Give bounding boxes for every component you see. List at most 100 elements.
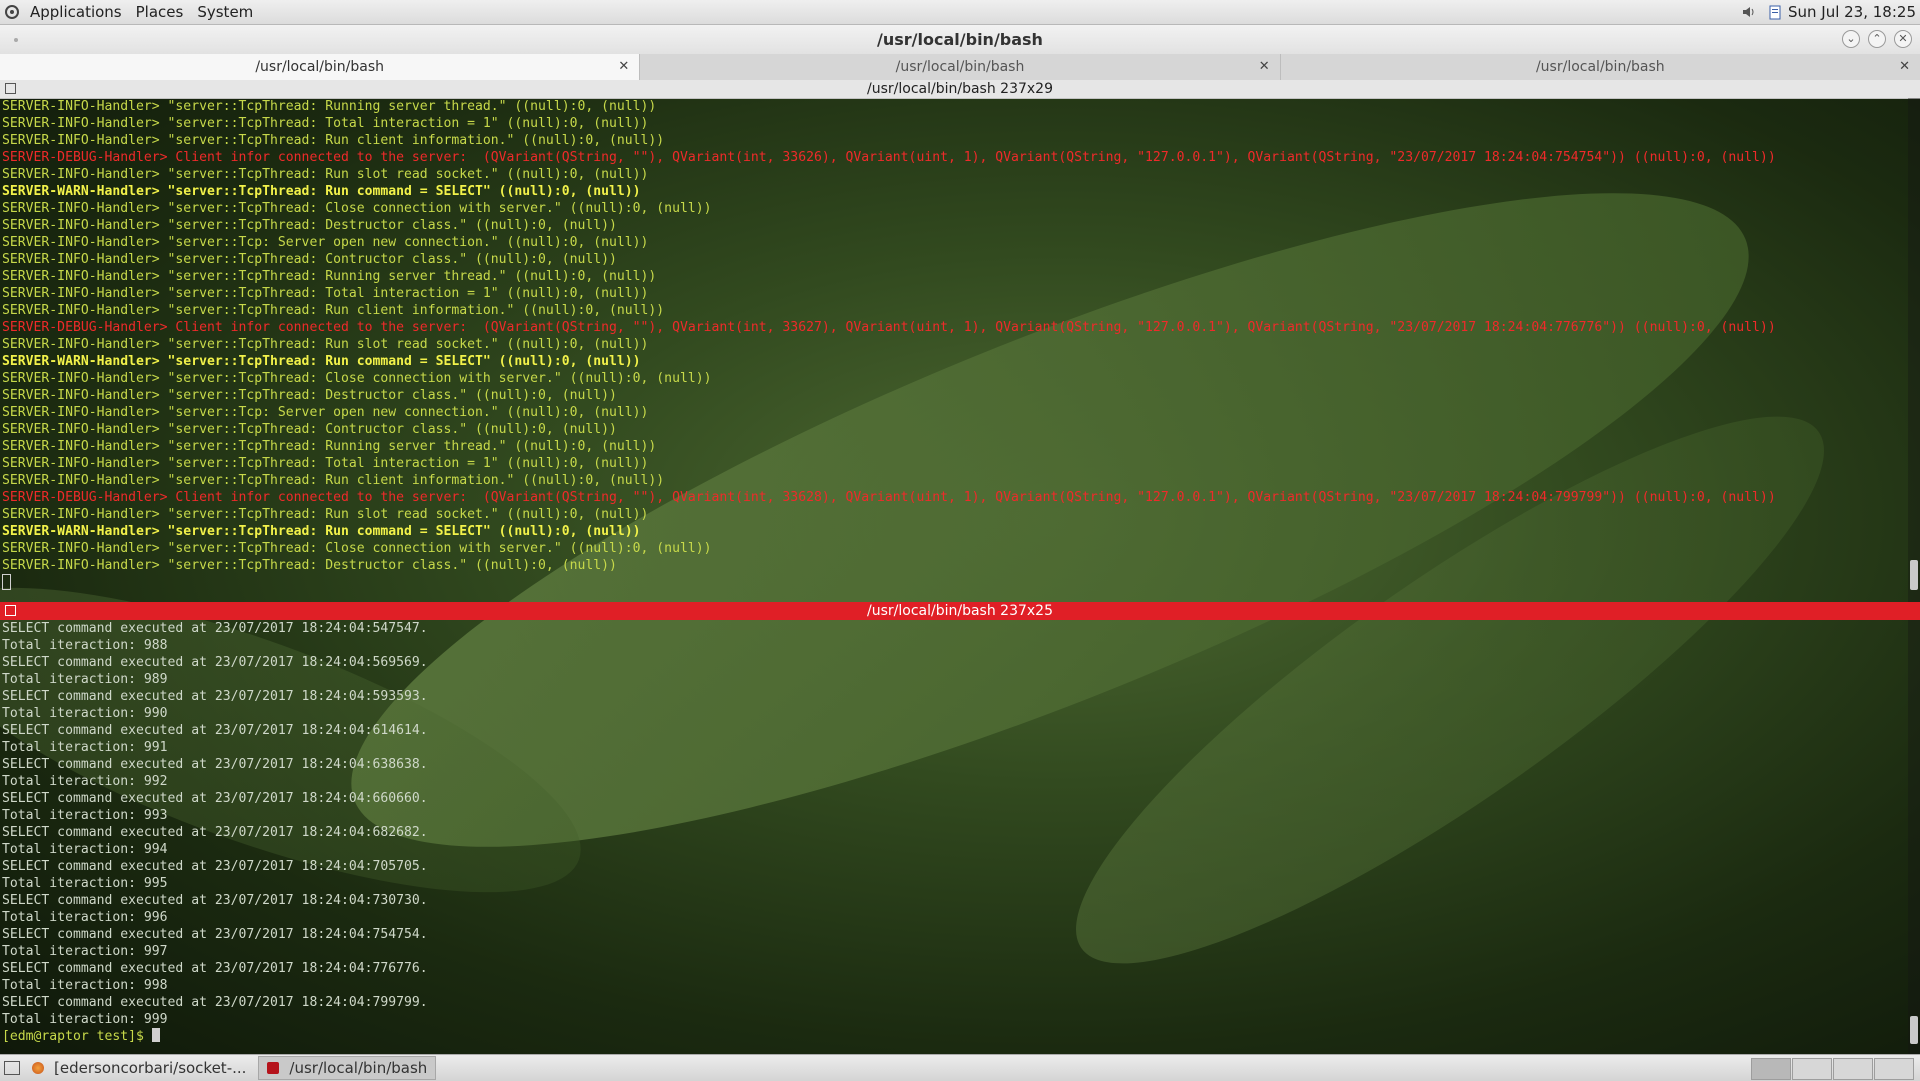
split-menu-icon[interactable]	[5, 83, 16, 94]
output-line: Total iteraction: 991	[2, 740, 168, 755]
prompt-line[interactable]: [edm@raptor test]$	[2, 1028, 1908, 1045]
firefox-icon	[32, 1062, 44, 1074]
output-line: Total iteraction: 992	[2, 774, 168, 789]
shell-prompt: [edm@raptor test]$	[2, 1029, 152, 1044]
scrollbar-bottom[interactable]	[1908, 620, 1920, 1054]
output-line: Total iteraction: 998	[2, 978, 168, 993]
output-line: SELECT command executed at 23/07/2017 18…	[2, 825, 428, 840]
output-line: Total iteraction: 997	[2, 944, 168, 959]
tab-1[interactable]: /usr/local/bin/bash ✕	[0, 54, 641, 80]
output-line: SELECT command executed at 23/07/2017 18…	[2, 927, 428, 942]
log-line-info: SERVER-INFO-Handler> "server::TcpThread:…	[2, 133, 665, 148]
terminal-cursor	[2, 574, 11, 590]
output-line: SELECT command executed at 23/07/2017 18…	[2, 689, 428, 704]
log-line-info: SERVER-INFO-Handler> "server::TcpThread:…	[2, 303, 665, 318]
terminal-pane-top[interactable]: SERVER-INFO-Handler> "server::TcpThread:…	[0, 98, 1908, 602]
tab-label: /usr/local/bin/bash	[895, 59, 1025, 75]
output-line: SELECT command executed at 23/07/2017 18…	[2, 621, 428, 636]
scrollbar-thumb[interactable]	[1910, 560, 1918, 590]
taskbar-item-browser[interactable]: [edersoncorbari/socket-...	[23, 1056, 255, 1080]
tab-close-icon[interactable]: ✕	[1259, 54, 1270, 80]
log-line-warn: SERVER-WARN-Handler> "server::TcpThread:…	[2, 524, 641, 539]
volume-icon[interactable]	[1741, 4, 1757, 20]
log-line-info: SERVER-INFO-Handler> "server::TcpThread:…	[2, 456, 649, 471]
output-line: SELECT command executed at 23/07/2017 18…	[2, 859, 428, 874]
close-button[interactable]: ✕	[1894, 30, 1912, 48]
log-line-info: SERVER-INFO-Handler> "server::Tcp: Serve…	[2, 235, 649, 250]
tab-close-icon[interactable]: ✕	[618, 54, 629, 80]
split-menu-icon[interactable]	[5, 605, 16, 616]
log-line-info: SERVER-INFO-Handler> "server::TcpThread:…	[2, 201, 712, 216]
output-line: SELECT command executed at 23/07/2017 18…	[2, 893, 428, 908]
tab-2[interactable]: /usr/local/bin/bash ✕	[640, 54, 1281, 80]
clock[interactable]: Sun Jul 23, 18:25	[1788, 3, 1920, 21]
menu-places[interactable]: Places	[129, 3, 191, 21]
minimize-button[interactable]: ⌄	[1842, 30, 1860, 48]
log-line-info: SERVER-INFO-Handler> "server::TcpThread:…	[2, 218, 617, 233]
output-line: Total iteraction: 989	[2, 672, 168, 687]
output-line: Total iteraction: 999	[2, 1012, 168, 1027]
pane-bottom-title: /usr/local/bin/bash 237x25	[867, 603, 1053, 619]
distro-logo-icon[interactable]	[5, 5, 19, 19]
output-line: SELECT command executed at 23/07/2017 18…	[2, 655, 428, 670]
log-line-info: SERVER-INFO-Handler> "server::TcpThread:…	[2, 252, 617, 267]
output-line: SELECT command executed at 23/07/2017 18…	[2, 757, 428, 772]
log-line-debug: SERVER-DEBUG-Handler> Client infor conne…	[2, 320, 1776, 335]
terminal-cursor-line	[2, 574, 1908, 593]
output-line: Total iteraction: 993	[2, 808, 168, 823]
tab-label: /usr/local/bin/bash	[1535, 59, 1665, 75]
log-line-debug: SERVER-DEBUG-Handler> Client infor conne…	[2, 490, 1776, 505]
workspace-3[interactable]	[1833, 1058, 1873, 1080]
output-line: Total iteraction: 995	[2, 876, 168, 891]
pane-top-title: /usr/local/bin/bash 237x29	[867, 81, 1053, 97]
panel-tray: Sun Jul 23, 18:25	[1736, 0, 1920, 24]
output-line: SELECT command executed at 23/07/2017 18…	[2, 995, 428, 1010]
log-line-debug: SERVER-DEBUG-Handler> Client infor conne…	[2, 150, 1776, 165]
tab-bar: /usr/local/bin/bash ✕ /usr/local/bin/bas…	[0, 54, 1920, 81]
tab-close-icon[interactable]: ✕	[1899, 54, 1910, 80]
log-line-info: SERVER-INFO-Handler> "server::TcpThread:…	[2, 269, 657, 284]
log-line-info: SERVER-INFO-Handler> "server::TcpThread:…	[2, 388, 617, 403]
menu-system[interactable]: System	[190, 3, 260, 21]
log-line-info: SERVER-INFO-Handler> "server::TcpThread:…	[2, 167, 649, 182]
maximize-button[interactable]: ⌃	[1868, 30, 1886, 48]
log-line-info: SERVER-INFO-Handler> "server::TcpThread:…	[2, 439, 657, 454]
pane-bottom-header[interactable]: /usr/local/bin/bash 237x25	[0, 602, 1920, 620]
log-line-info: SERVER-INFO-Handler> "server::TcpThread:…	[2, 337, 649, 352]
log-line-info: SERVER-INFO-Handler> "server::TcpThread:…	[2, 286, 649, 301]
output-line: SELECT command executed at 23/07/2017 18…	[2, 791, 428, 806]
output-line: SELECT command executed at 23/07/2017 18…	[2, 723, 428, 738]
terminal-icon	[267, 1062, 280, 1074]
top-panel: Applications Places System Sun Jul 23, 1…	[0, 0, 1920, 25]
menu-applications[interactable]: Applications	[23, 3, 129, 21]
window-menu-icon[interactable]	[14, 38, 18, 42]
bottom-panel: [edersoncorbari/socket-... /usr/local/bi…	[0, 1054, 1920, 1081]
log-line-warn: SERVER-WARN-Handler> "server::TcpThread:…	[2, 184, 641, 199]
scrollbar-top[interactable]	[1908, 98, 1920, 602]
log-line-warn: SERVER-WARN-Handler> "server::TcpThread:…	[2, 354, 641, 369]
workspace-2[interactable]	[1792, 1058, 1832, 1080]
show-desktop-icon[interactable]	[4, 1061, 20, 1075]
tab-3[interactable]: /usr/local/bin/bash ✕	[1280, 54, 1920, 80]
taskbar-item-terminal[interactable]: /usr/local/bin/bash	[258, 1056, 437, 1080]
log-line-info: SERVER-INFO-Handler> "server::TcpThread:…	[2, 422, 617, 437]
terminal-pane-bottom[interactable]: SELECT command executed at 23/07/2017 18…	[0, 620, 1908, 1054]
log-line-info: SERVER-INFO-Handler> "server::TcpThread:…	[2, 507, 649, 522]
output-line: SELECT command executed at 23/07/2017 18…	[2, 961, 428, 976]
log-line-info: SERVER-INFO-Handler> "server::TcpThread:…	[2, 473, 665, 488]
clipboard-icon[interactable]	[1767, 4, 1783, 20]
log-line-info: SERVER-INFO-Handler> "server::TcpThread:…	[2, 558, 617, 573]
scrollbar-thumb[interactable]	[1910, 1016, 1918, 1044]
output-line: Total iteraction: 988	[2, 638, 168, 653]
output-line: Total iteraction: 990	[2, 706, 168, 721]
window-titlebar[interactable]: /usr/local/bin/bash ⌄ ⌃ ✕	[0, 25, 1920, 55]
workspace-switcher[interactable]	[1750, 1058, 1914, 1080]
output-line: Total iteraction: 994	[2, 842, 168, 857]
pane-top-header[interactable]: /usr/local/bin/bash 237x29	[0, 80, 1920, 99]
tab-label: /usr/local/bin/bash	[255, 59, 385, 75]
log-line-info: SERVER-INFO-Handler> "server::Tcp: Serve…	[2, 405, 649, 420]
log-line-info: SERVER-INFO-Handler> "server::TcpThread:…	[2, 116, 649, 131]
workspace-1[interactable]	[1751, 1058, 1791, 1080]
workspace-4[interactable]	[1874, 1058, 1914, 1080]
output-line: Total iteraction: 996	[2, 910, 168, 925]
